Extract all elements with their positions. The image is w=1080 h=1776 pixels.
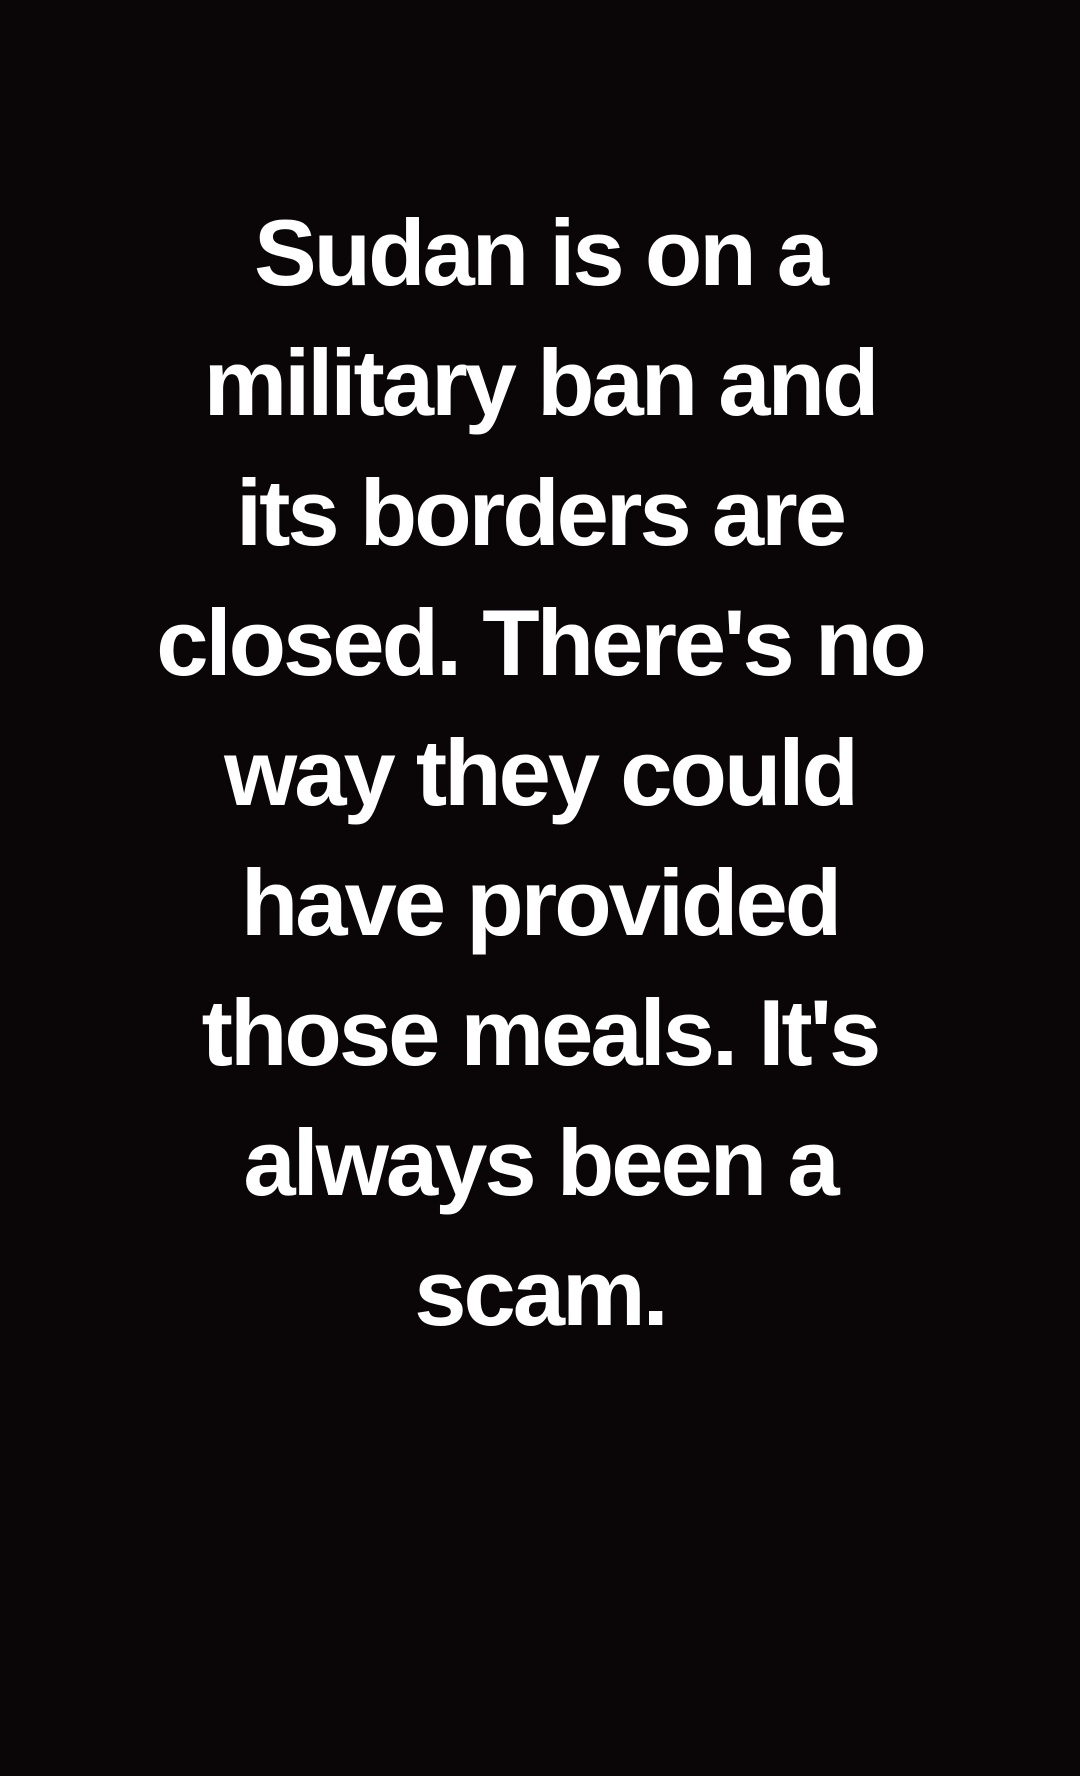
post-line-3: its borders are	[235, 460, 847, 565]
post-line-6: have provided	[240, 850, 842, 955]
post-line-9: scam.	[414, 1240, 669, 1345]
post-message: Sudan is on a military ban and its borde…	[0, 188, 1080, 1358]
post-line-7: those meals. It's	[201, 980, 882, 1085]
post-line-8: always been a	[243, 1110, 839, 1215]
text-post-canvas: Sudan is on a military ban and its borde…	[0, 0, 1080, 1776]
post-line-4: closed. There's no	[156, 590, 927, 695]
post-line-1: Sudan is on a	[253, 200, 829, 305]
post-line-2: military ban and	[203, 330, 880, 435]
post-line-5: way they could	[224, 720, 859, 825]
